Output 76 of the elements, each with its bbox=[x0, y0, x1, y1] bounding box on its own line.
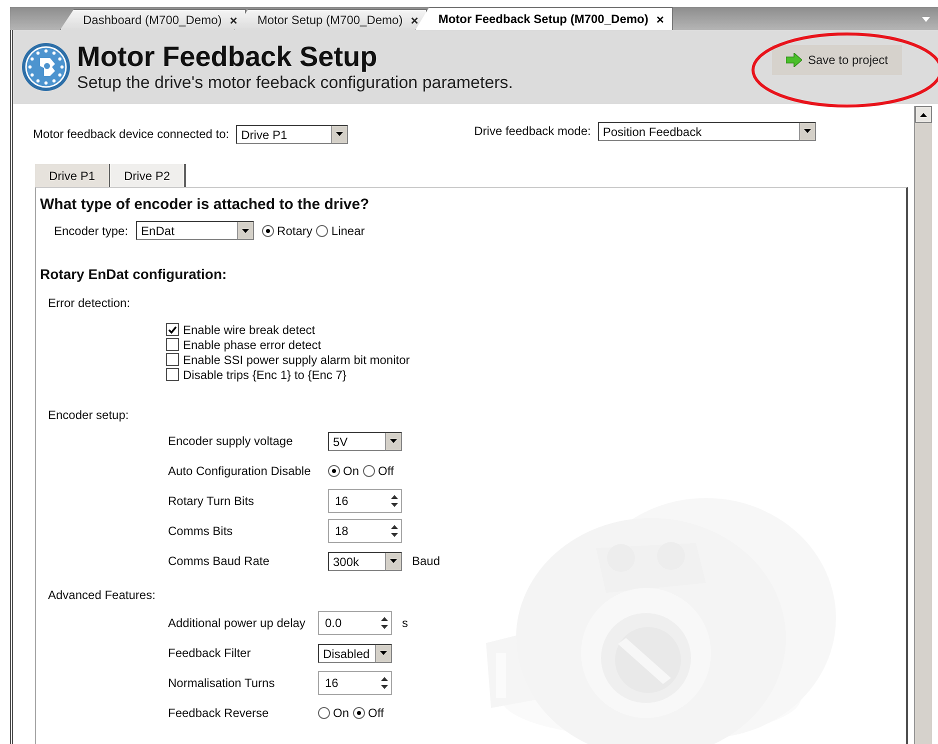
spin-box[interactable]: 18 bbox=[328, 519, 402, 543]
checkbox-label: Enable phase error detect bbox=[183, 338, 322, 352]
unit-label: Baud bbox=[412, 554, 440, 568]
checkbox-label: Enable SSI power supply alarm bit monitor bbox=[183, 352, 410, 366]
down-arrow-icon[interactable] bbox=[380, 685, 388, 689]
drive-tab[interactable]: Drive P1 bbox=[35, 164, 110, 187]
checkbox-label: Disable trips {Enc 1} to {Enc 7} bbox=[183, 368, 346, 382]
radio-button[interactable] bbox=[363, 465, 376, 477]
up-arrow-icon bbox=[920, 112, 927, 116]
up-arrow-icon[interactable] bbox=[380, 677, 388, 681]
document-tab[interactable]: Dashboard (M700_Demo) × bbox=[60, 9, 246, 30]
save-button[interactable]: Save to project bbox=[772, 45, 902, 75]
field-label: Comms Baud Rate bbox=[168, 554, 270, 568]
checkbox[interactable] bbox=[166, 353, 179, 366]
dropdown[interactable]: Position Feedback bbox=[598, 122, 816, 140]
field-label: Encoder type: bbox=[54, 224, 128, 238]
dropdown[interactable]: 300k bbox=[328, 552, 402, 570]
caret-icon bbox=[242, 228, 250, 232]
spin-box[interactable]: 0.0 bbox=[318, 611, 392, 635]
field-label: Encoder supply voltage bbox=[168, 434, 294, 448]
drive-tab[interactable]: Drive P2 bbox=[110, 164, 186, 187]
round-logo-icon bbox=[21, 42, 71, 92]
field-label: Comms Bits bbox=[168, 524, 234, 538]
section-heading: Rotary EnDat configuration: bbox=[40, 266, 228, 282]
scroll-up-button[interactable] bbox=[915, 106, 932, 123]
section-heading: What type of encoder is attached to the drive? bbox=[40, 196, 370, 213]
dropdown[interactable]: Disabled bbox=[318, 644, 392, 662]
field-label: Rotary Turn Bits bbox=[168, 494, 256, 508]
field-label: Auto Configuration Disable bbox=[168, 464, 312, 478]
caret-icon bbox=[336, 132, 344, 136]
dropdown[interactable]: EnDat bbox=[136, 221, 254, 240]
dropdown[interactable]: 5V bbox=[328, 432, 402, 450]
radio-button[interactable] bbox=[353, 707, 366, 719]
page-subtitle: Setup the drive's motor feeback configuration parameters. bbox=[77, 73, 514, 93]
radio-label: On bbox=[343, 464, 360, 478]
close-icon[interactable]: × bbox=[656, 12, 664, 26]
group-heading: Encoder setup: bbox=[48, 408, 130, 422]
radio-label: Off bbox=[378, 464, 394, 478]
group-heading: Error detection: bbox=[48, 296, 132, 310]
caret-icon[interactable] bbox=[922, 17, 930, 22]
radio-button[interactable] bbox=[328, 465, 340, 477]
caret-icon bbox=[390, 439, 397, 443]
checkbox[interactable] bbox=[166, 338, 179, 351]
down-arrow-icon[interactable] bbox=[390, 503, 398, 507]
checkbox[interactable] bbox=[166, 323, 179, 336]
field-label: Feedback Reverse bbox=[168, 706, 270, 720]
unit-label: s bbox=[402, 616, 408, 630]
radio-label: Linear bbox=[331, 224, 365, 238]
checkbox[interactable] bbox=[166, 368, 179, 381]
radio-label: Rotary bbox=[277, 224, 312, 238]
up-arrow-icon[interactable] bbox=[380, 617, 388, 621]
checkbox-label: Enable wire break detect bbox=[183, 322, 316, 336]
field-label: Drive feedback mode: bbox=[474, 124, 591, 138]
scrollbar[interactable] bbox=[914, 106, 932, 744]
radio-label: Off bbox=[368, 706, 384, 720]
field-label: Feedback Filter bbox=[168, 646, 252, 660]
page-title: Motor Feedback Setup bbox=[77, 41, 378, 73]
down-arrow-icon[interactable] bbox=[390, 533, 398, 537]
caret-icon bbox=[380, 651, 387, 655]
arrow-right-icon bbox=[786, 53, 802, 67]
caret-icon bbox=[390, 559, 397, 563]
radio-button[interactable] bbox=[318, 707, 330, 719]
field-label: Motor feedback device connected to: bbox=[33, 127, 230, 141]
caret-icon bbox=[804, 129, 811, 133]
spin-box[interactable]: 16 bbox=[328, 489, 402, 513]
radio-button[interactable] bbox=[262, 224, 274, 236]
field-label: Additional power up delay bbox=[168, 616, 306, 630]
spin-box[interactable]: 16 bbox=[318, 671, 392, 695]
dropdown[interactable]: Drive P1 bbox=[236, 124, 348, 144]
up-arrow-icon[interactable] bbox=[390, 525, 398, 529]
up-arrow-icon[interactable] bbox=[390, 495, 398, 499]
down-arrow-icon[interactable] bbox=[380, 625, 388, 629]
group-heading: Advanced Features: bbox=[48, 588, 156, 602]
radio-button[interactable] bbox=[316, 224, 328, 236]
field-label: Normalisation Turns bbox=[168, 676, 276, 690]
radio-label: On bbox=[333, 706, 350, 720]
